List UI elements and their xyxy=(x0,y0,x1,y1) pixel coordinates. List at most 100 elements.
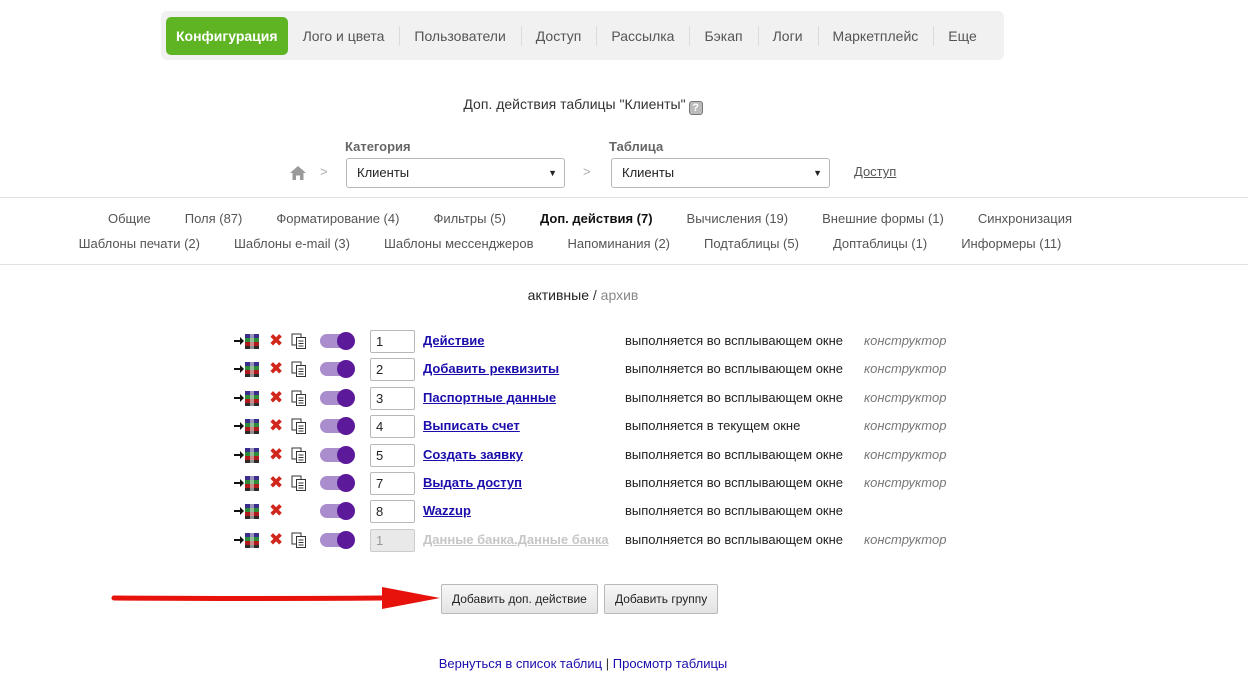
back-to-tables-link[interactable]: Вернуться в список таблиц xyxy=(439,656,602,671)
delete-icon[interactable]: ✖ xyxy=(269,359,283,379)
filter-active[interactable]: активные xyxy=(528,287,589,303)
action-name-link[interactable]: Выдать доступ xyxy=(423,475,522,490)
delete-icon[interactable]: ✖ xyxy=(269,388,283,408)
action-kind: конструктор xyxy=(864,447,947,462)
delete-icon[interactable]: ✖ xyxy=(269,416,283,436)
table-select-value: Клиенты xyxy=(622,165,675,180)
active-toggle[interactable] xyxy=(320,502,355,520)
tab-row1-2[interactable]: Форматирование (4) xyxy=(259,211,416,226)
order-input[interactable]: 5 xyxy=(370,444,415,467)
tab-row1-4[interactable]: Доп. действия (7) xyxy=(523,211,670,226)
action-row: ✖ 1 Действие выполняется во всплывающем окн… xyxy=(232,328,992,354)
action-row: ✖ 8 Wazzup выполняется во всплывающем окне xyxy=(232,498,992,524)
view-table-link[interactable]: Просмотр таблицы xyxy=(613,656,728,671)
active-toggle[interactable] xyxy=(320,389,355,407)
nav-item-8[interactable]: Еще xyxy=(933,17,992,55)
copy-icon[interactable] xyxy=(291,361,307,377)
move-to-group-icon[interactable] xyxy=(234,475,262,491)
order-input[interactable]: 8 xyxy=(370,500,415,523)
action-row: ✖ 7 Выдать доступ выполняется во всплывающе… xyxy=(232,470,992,496)
delete-icon[interactable]: ✖ xyxy=(269,501,283,521)
active-toggle[interactable] xyxy=(320,360,355,378)
table-label: Таблица xyxy=(609,139,664,154)
active-toggle[interactable] xyxy=(320,446,355,464)
filter-divider: / xyxy=(592,287,597,303)
move-to-group-icon[interactable] xyxy=(234,361,262,377)
order-input[interactable]: 2 xyxy=(370,358,415,381)
nav-item-3[interactable]: Доступ xyxy=(520,17,597,55)
tab-row2-6[interactable]: Информеры (11) xyxy=(944,236,1078,251)
toggle-knob xyxy=(337,332,355,350)
tab-row2-5[interactable]: Доптаблицы (1) xyxy=(816,236,944,251)
move-to-group-icon[interactable] xyxy=(234,503,262,519)
action-name-link[interactable]: Паспортные данные xyxy=(423,390,556,405)
copy-icon[interactable] xyxy=(291,447,307,463)
order-input[interactable]: 4 xyxy=(370,415,415,438)
tab-row1-0[interactable]: Общие xyxy=(91,211,168,226)
access-link[interactable]: Доступ xyxy=(854,164,896,179)
delete-icon[interactable]: ✖ xyxy=(269,473,283,493)
action-kind: конструктор xyxy=(864,390,947,405)
tab-row1-6[interactable]: Внешние формы (1) xyxy=(805,211,961,226)
add-action-button[interactable]: Добавить доп. действие xyxy=(441,584,598,614)
copy-icon[interactable] xyxy=(291,475,307,491)
action-name-link[interactable]: Создать заявку xyxy=(423,447,523,462)
nav-item-0[interactable]: Конфигурация xyxy=(166,16,288,55)
tab-row2-1[interactable]: Шаблоны e-mail (3) xyxy=(217,236,367,251)
copy-icon[interactable] xyxy=(291,390,307,406)
tab-row2-0[interactable]: Шаблоны печати (2) xyxy=(62,236,217,251)
tab-row1-1[interactable]: Поля (87) xyxy=(168,211,260,226)
filter-archive[interactable]: архив xyxy=(601,287,639,303)
active-toggle[interactable] xyxy=(320,417,355,435)
action-mode: выполняется во всплывающем окне xyxy=(625,475,844,490)
copy-icon[interactable] xyxy=(291,333,307,349)
move-to-group-icon[interactable] xyxy=(234,333,262,349)
move-to-group-icon[interactable] xyxy=(234,532,262,548)
top-nav: Конфигурация Лого и цвета Пользователи Дост… xyxy=(161,11,1004,60)
category-select[interactable]: Клиенты ▼ xyxy=(346,158,565,188)
tab-row2-2[interactable]: Шаблоны мессенджеров xyxy=(367,236,551,251)
active-toggle[interactable] xyxy=(320,332,355,350)
tab-row2-3[interactable]: Напоминания (2) xyxy=(551,236,687,251)
active-toggle[interactable] xyxy=(320,531,355,549)
delete-icon[interactable]: ✖ xyxy=(269,530,283,550)
home-icon[interactable] xyxy=(290,166,306,180)
tab-row1-3[interactable]: Фильтры (5) xyxy=(416,211,523,226)
status-filter: активные / архив xyxy=(0,287,1166,303)
nav-item-5[interactable]: Бэкап xyxy=(689,17,757,55)
tab-row1-7[interactable]: Синхронизация xyxy=(961,211,1089,226)
tab-row2-4[interactable]: Подтаблицы (5) xyxy=(687,236,816,251)
nav-item-4[interactable]: Рассылка xyxy=(596,17,689,55)
order-input[interactable]: 1 xyxy=(370,330,415,353)
nav-item-7[interactable]: Маркетплейс xyxy=(817,17,934,55)
nav-item-1[interactable]: Лого и цвета xyxy=(288,17,400,55)
action-name-link[interactable]: Выписать счет xyxy=(423,418,520,433)
delete-icon[interactable]: ✖ xyxy=(269,331,283,351)
action-name-link[interactable]: Данные банка.Данные банка xyxy=(423,532,609,547)
move-to-group-icon[interactable] xyxy=(234,390,262,406)
action-kind: конструктор xyxy=(864,532,947,547)
nav-item-2[interactable]: Пользователи xyxy=(399,17,520,55)
action-name-link[interactable]: Действие xyxy=(423,333,484,348)
action-row: ✖ 3 Паспортные данные выполняется во всплыв… xyxy=(232,385,992,411)
help-icon[interactable]: ? xyxy=(688,101,703,115)
nav-item-6[interactable]: Логи xyxy=(757,17,818,55)
action-row: ✖ 5 Создать заявку выполняется во всплывающ… xyxy=(232,442,992,468)
order-input[interactable]: 7 xyxy=(370,472,415,495)
action-name-link[interactable]: Добавить реквизиты xyxy=(423,361,559,376)
toggle-knob xyxy=(337,531,355,549)
copy-icon[interactable] xyxy=(291,532,307,548)
action-row: ✖ 4 Выписать счет выполняется в текущем окн… xyxy=(232,413,992,439)
tab-row1-5[interactable]: Вычисления (19) xyxy=(670,211,806,226)
order-input[interactable]: 3 xyxy=(370,387,415,410)
move-to-group-icon[interactable] xyxy=(234,447,262,463)
table-select[interactable]: Клиенты ▼ xyxy=(611,158,830,188)
toggle-knob xyxy=(337,417,355,435)
add-group-button[interactable]: Добавить группу xyxy=(604,584,719,614)
active-toggle[interactable] xyxy=(320,474,355,492)
action-name-link[interactable]: Wazzup xyxy=(423,503,471,518)
action-mode: выполняется во всплывающем окне xyxy=(625,447,844,462)
delete-icon[interactable]: ✖ xyxy=(269,445,283,465)
move-to-group-icon[interactable] xyxy=(234,418,262,434)
copy-icon[interactable] xyxy=(291,418,307,434)
